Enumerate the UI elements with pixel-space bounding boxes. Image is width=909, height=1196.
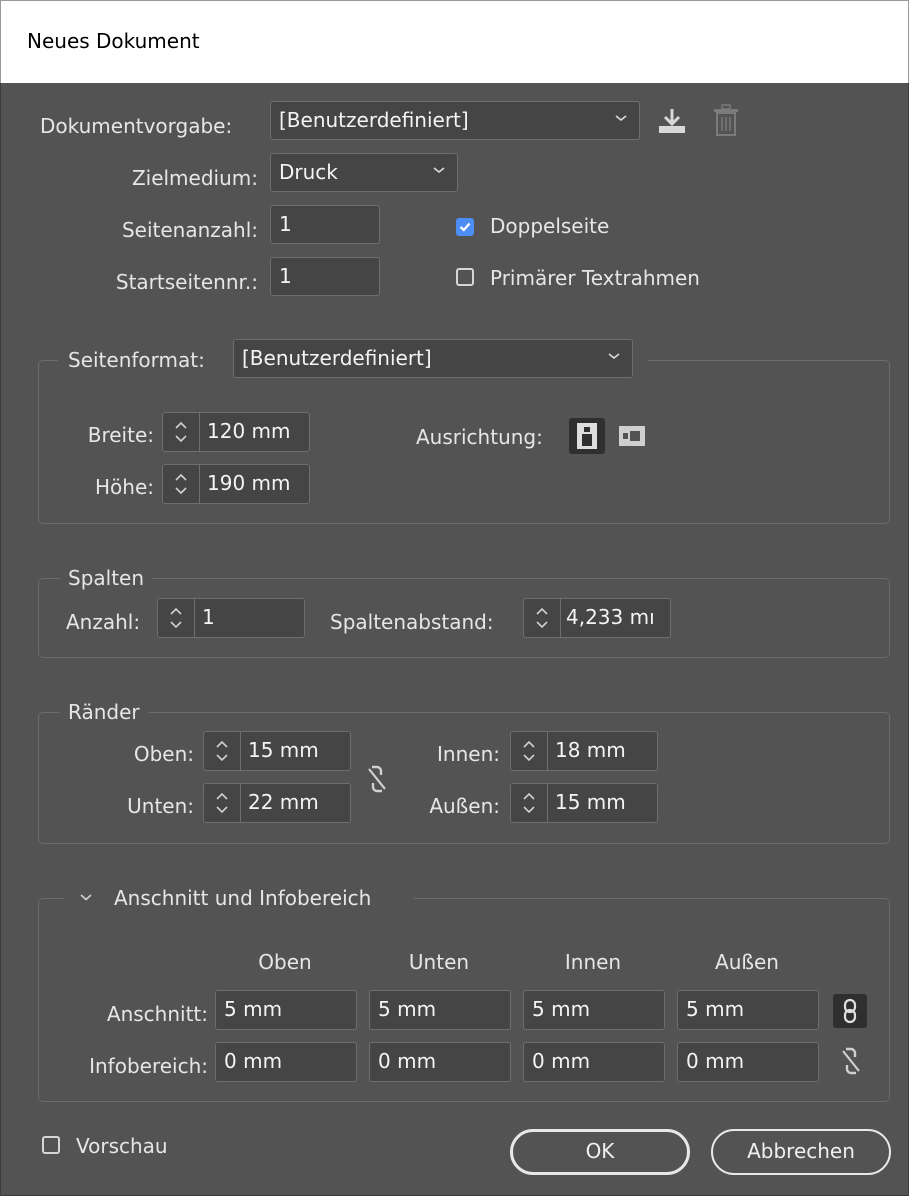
pages-label: Seitenanzahl:: [121, 218, 258, 242]
page-size-dropdown[interactable]: [Benutzerdefiniert]: [233, 339, 633, 378]
window-title: Neues Dokument: [27, 29, 200, 53]
stepper-arrows-icon[interactable]: [158, 599, 195, 637]
portrait-icon: [577, 423, 597, 449]
bleed-link-button[interactable]: [833, 994, 867, 1028]
cancel-button[interactable]: Abbrechen: [711, 1129, 891, 1175]
chevron-down-icon: [608, 353, 620, 360]
linked-chain-icon: [843, 998, 857, 1024]
facing-pages-checkbox[interactable]: [456, 218, 474, 236]
title-bar: Neues Dokument: [0, 0, 909, 83]
slug-bottom-input[interactable]: 0 mm: [369, 1042, 511, 1082]
col-header-inside: Innen: [564, 950, 622, 974]
width-label: Breite:: [87, 423, 154, 447]
orientation-label: Ausrichtung:: [416, 425, 543, 449]
start-page-label: Startseitennr.:: [115, 270, 258, 294]
preview-checkbox[interactable]: [42, 1136, 60, 1154]
preset-dropdown[interactable]: [Benutzerdefiniert]: [270, 101, 640, 140]
chevron-down-icon: [615, 115, 627, 122]
preset-label: Dokumentvorgabe:: [40, 114, 233, 138]
stepper-arrows-icon[interactable]: [204, 784, 241, 822]
stepper-arrows-icon[interactable]: [524, 599, 561, 637]
width-stepper[interactable]: 120 mm: [162, 412, 310, 452]
margin-bottom-stepper[interactable]: 22 mm: [203, 783, 351, 823]
stepper-arrows-icon[interactable]: [163, 465, 200, 503]
intent-label: Zielmedium:: [131, 166, 258, 190]
height-stepper[interactable]: 190 mm: [162, 464, 310, 504]
primary-text-frame-label: Primärer Textrahmen: [490, 266, 700, 290]
margins-group: [38, 712, 890, 844]
slug-inside-input[interactable]: 0 mm: [523, 1042, 665, 1082]
trash-icon[interactable]: [711, 104, 741, 138]
bleed-outside-input[interactable]: 5 mm: [677, 990, 819, 1030]
columns-count-label: Anzahl:: [66, 610, 141, 634]
save-preset-icon[interactable]: [655, 106, 689, 136]
margin-inside-stepper[interactable]: 18 mm: [510, 731, 658, 771]
slug-label: Infobereich:: [89, 1054, 208, 1078]
margin-outside-stepper[interactable]: 15 mm: [510, 783, 658, 823]
primary-text-frame-checkbox[interactable]: [456, 268, 474, 286]
stepper-arrows-icon[interactable]: [204, 732, 241, 770]
margin-top-stepper[interactable]: 15 mm: [203, 731, 351, 771]
stepper-arrows-icon[interactable]: [511, 784, 548, 822]
stepper-arrows-icon[interactable]: [511, 732, 548, 770]
ok-button[interactable]: OK: [510, 1129, 690, 1175]
col-header-outside: Außen: [715, 950, 779, 974]
facing-pages-label: Doppelseite: [490, 214, 610, 238]
bleed-slug-header[interactable]: Anschnitt und Infobereich: [64, 884, 414, 914]
columns-legend: Spalten: [60, 566, 153, 590]
slug-outside-input[interactable]: 0 mm: [677, 1042, 819, 1082]
margins-legend: Ränder: [60, 700, 148, 724]
landscape-orientation-button[interactable]: [614, 418, 650, 454]
gutter-stepper[interactable]: 4,233 mı: [523, 598, 671, 638]
unlinked-chain-icon[interactable]: [366, 764, 388, 794]
columns-count-stepper[interactable]: 1: [157, 598, 305, 638]
margin-bottom-label: Unten:: [127, 794, 194, 818]
gutter-label: Spaltenabstand:: [330, 610, 494, 634]
preview-label: Vorschau: [76, 1134, 168, 1158]
margin-outside-label: Außen:: [429, 794, 500, 818]
bleed-slug-legend: Anschnitt und Infobereich: [114, 886, 372, 910]
col-header-top: Oben: [258, 950, 312, 974]
height-label: Höhe:: [95, 475, 154, 499]
unlinked-chain-icon[interactable]: [840, 1046, 862, 1076]
bleed-label: Anschnitt:: [106, 1002, 208, 1026]
slug-top-input[interactable]: 0 mm: [215, 1042, 357, 1082]
stepper-arrows-icon[interactable]: [163, 413, 200, 451]
page-size-label: Seitenformat:: [68, 348, 205, 372]
intent-dropdown[interactable]: Druck: [270, 153, 458, 192]
chevron-down-icon: [80, 894, 92, 901]
bleed-top-input[interactable]: 5 mm: [215, 990, 357, 1030]
landscape-icon: [619, 426, 645, 446]
margin-top-label: Oben:: [133, 742, 194, 766]
start-page-input[interactable]: 1: [270, 257, 380, 296]
portrait-orientation-button[interactable]: [569, 418, 605, 454]
chevron-down-icon: [433, 167, 445, 174]
check-icon: [459, 222, 471, 232]
pages-input[interactable]: 1: [270, 205, 380, 244]
col-header-bottom: Unten: [408, 950, 470, 974]
bleed-bottom-input[interactable]: 5 mm: [369, 990, 511, 1030]
margin-inside-label: Innen:: [437, 742, 500, 766]
bleed-inside-input[interactable]: 5 mm: [523, 990, 665, 1030]
